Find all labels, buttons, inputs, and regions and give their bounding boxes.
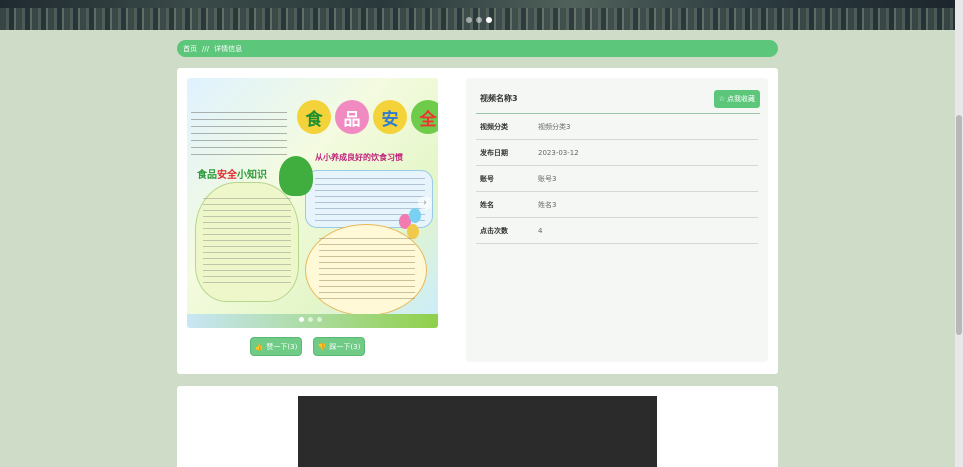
field-value: 姓名3: [538, 200, 557, 209]
detail-row-clicks: 点击次数 4: [476, 218, 758, 244]
scrollbar-thumb[interactable]: [956, 115, 962, 335]
poster-title-char: 食: [297, 100, 331, 134]
field-label: 账号: [480, 174, 494, 183]
field-label: 发布日期: [480, 148, 508, 157]
detail-row-category: 视频分类 视频分类3: [476, 114, 758, 140]
poster-knowledge-heading: 食品安全小知识: [197, 170, 267, 181]
breadcrumb-home[interactable]: 首页: [183, 44, 197, 54]
banner-dot[interactable]: [466, 17, 472, 23]
poster-carousel[interactable]: 食 品 安 全 从小养成良好的饮食习惯 食品安全小知识 ›: [187, 78, 438, 328]
detail-info-panel: 视频名称3 ☆ 点我收藏 视频分类 视频分类3 发布日期 2023-03-12 …: [466, 78, 768, 362]
broccoli-mascot-image: [279, 156, 313, 196]
detail-row-account: 账号 账号3: [476, 166, 758, 192]
star-icon: ☆: [718, 94, 725, 103]
field-value: 账号3: [538, 174, 557, 183]
video-card: [177, 386, 778, 467]
carousel-dot[interactable]: [317, 317, 322, 322]
poster-subtitle: 从小养成良好的饮食习惯: [315, 153, 403, 162]
carousel-next-icon[interactable]: ›: [418, 196, 432, 210]
carousel-dot[interactable]: [308, 317, 313, 322]
like-button[interactable]: 👍 赞一下(3): [250, 337, 302, 356]
banner-dots: [466, 17, 492, 23]
dislike-label: 踩一下(3): [329, 342, 361, 351]
dislike-button[interactable]: 👎 踩一下(3): [313, 337, 365, 356]
page-scrollbar[interactable]: [955, 0, 963, 467]
carousel-dot-active[interactable]: [299, 317, 304, 322]
thumbs-up-icon: 👍: [254, 342, 264, 351]
video-player[interactable]: [298, 396, 657, 467]
thumbs-down-icon: 👎: [317, 342, 327, 351]
video-title: 视频名称3: [480, 94, 518, 103]
field-label: 视频分类: [480, 122, 508, 131]
detail-title-row: 视频名称3 ☆ 点我收藏: [476, 84, 760, 114]
poster-title-char: 安: [373, 100, 407, 134]
detail-card: 食 品 安 全 从小养成良好的饮食习惯 食品安全小知识 › 👍 赞一下(3) 👎…: [177, 68, 778, 374]
field-value: 2023-03-12: [538, 148, 579, 157]
breadcrumb-current: 详情信息: [214, 44, 243, 53]
breadcrumb-separator: ///: [202, 44, 210, 53]
carousel-dots: [299, 317, 322, 322]
detail-row-name: 姓名 姓名3: [476, 192, 758, 218]
top-banner: [0, 0, 955, 30]
field-label: 姓名: [480, 200, 494, 209]
poster-title-char: 全: [411, 100, 438, 134]
favorite-label: 点我收藏: [727, 94, 755, 103]
field-label: 点击次数: [480, 226, 508, 235]
field-value: 视频分类3: [538, 122, 571, 131]
breadcrumb: 首页 /// 详情信息: [177, 40, 778, 57]
poster-title-char: 品: [335, 100, 369, 134]
poster-title: 食 品 安 全: [297, 100, 438, 134]
favorite-button[interactable]: ☆ 点我收藏: [713, 89, 760, 108]
detail-row-date: 发布日期 2023-03-12: [476, 140, 758, 166]
field-value: 4: [538, 226, 543, 235]
banner-dot-active[interactable]: [486, 17, 492, 23]
like-label: 赞一下(3): [266, 342, 298, 351]
banner-dot[interactable]: [476, 17, 482, 23]
